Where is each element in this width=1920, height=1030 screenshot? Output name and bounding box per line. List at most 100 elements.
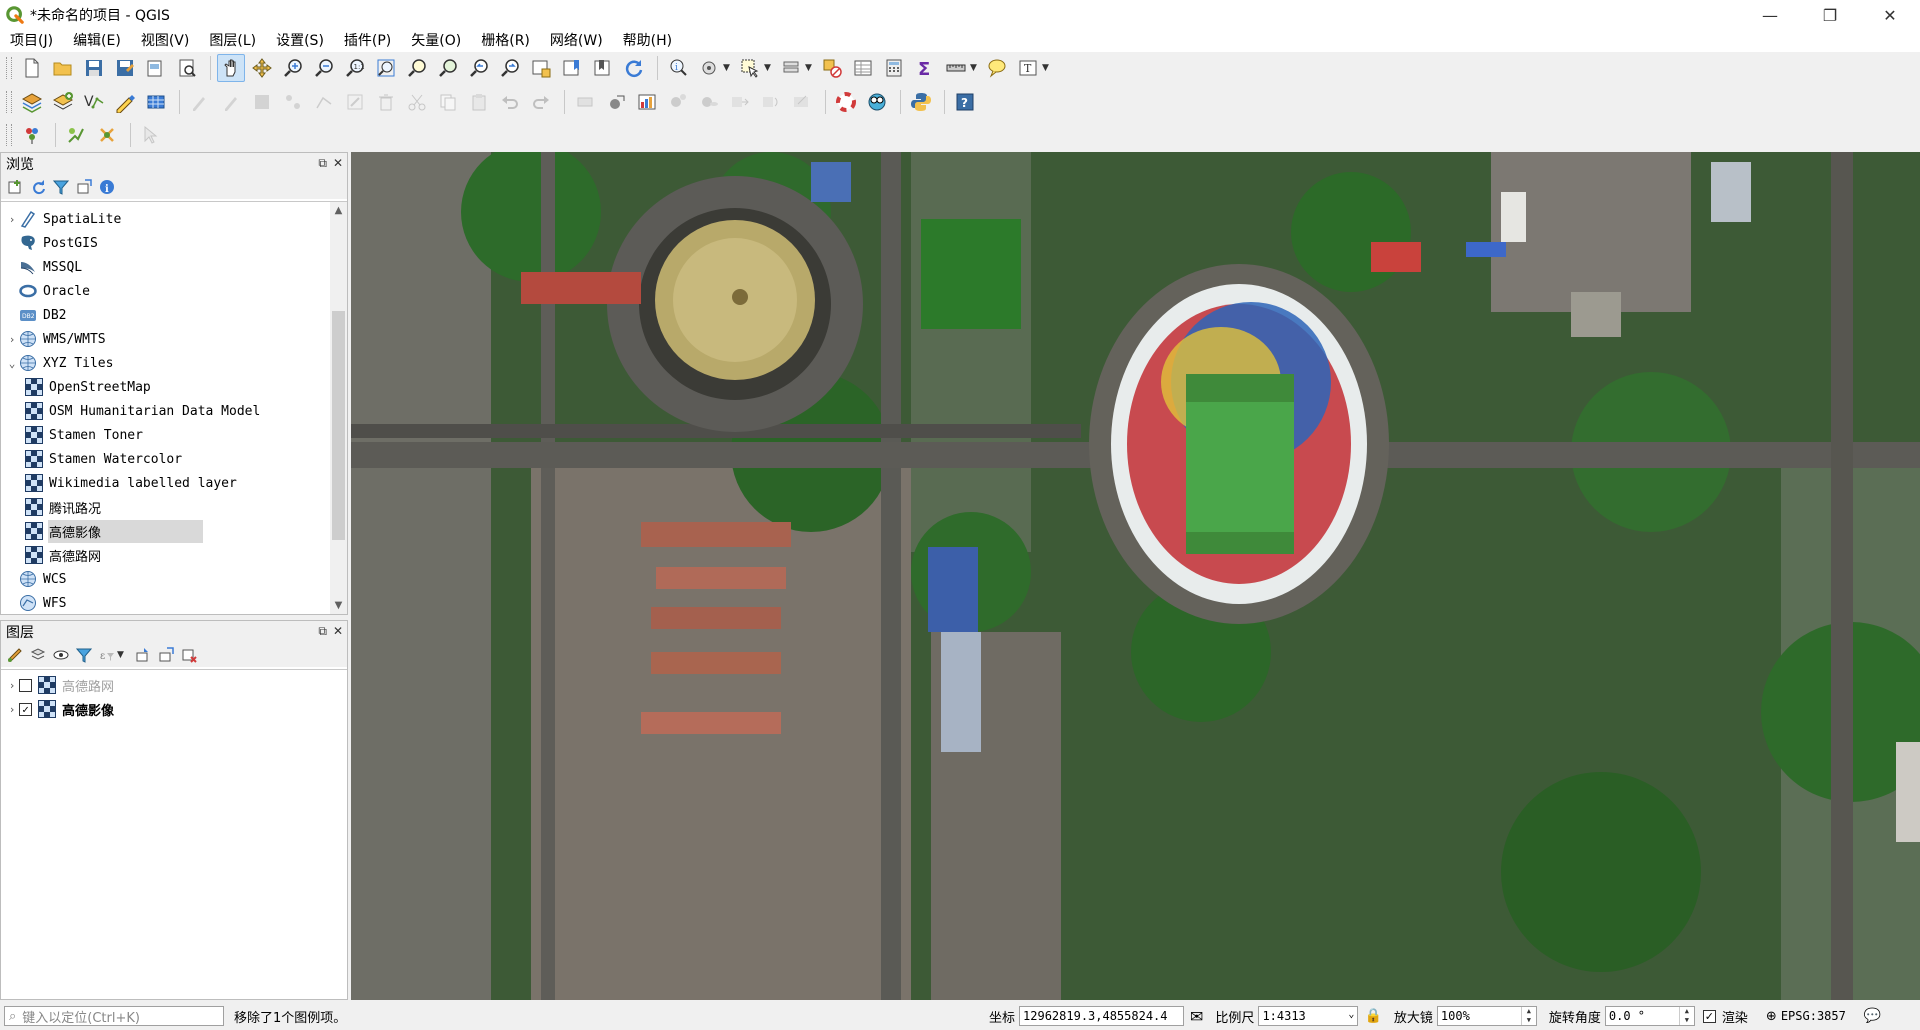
cut-features-button[interactable] bbox=[403, 88, 431, 116]
collapse-all-layers-button[interactable] bbox=[156, 645, 176, 665]
identify-features-button[interactable]: i bbox=[664, 54, 692, 82]
enable-properties-button[interactable]: i bbox=[97, 177, 117, 197]
label-tool-button[interactable] bbox=[571, 88, 599, 116]
toolbar-grip[interactable] bbox=[6, 91, 12, 113]
close-button[interactable]: ✕ bbox=[1860, 0, 1920, 30]
crs-value[interactable]: EPSG:3857 bbox=[1781, 1009, 1846, 1023]
browser-item-wcs[interactable]: WCS bbox=[1, 567, 347, 591]
browser-item-wikimedia[interactable]: Wikimedia labelled layer bbox=[1, 471, 347, 495]
print-layout-button[interactable] bbox=[142, 54, 170, 82]
rotation-spinbox[interactable]: 0.0 ° ▲ ▼ bbox=[1604, 1006, 1695, 1026]
measure-line-button[interactable] bbox=[942, 54, 970, 82]
annotation-dropdown-icon[interactable]: ▼ bbox=[1042, 63, 1052, 73]
menu-raster[interactable]: 栅格(R) bbox=[471, 30, 540, 52]
text-annotation-button[interactable]: T bbox=[1014, 54, 1042, 82]
scrollbar-thumb[interactable] bbox=[332, 311, 345, 540]
browser-item-db2[interactable]: DB2 DB2 bbox=[1, 303, 347, 327]
render-checkbox[interactable]: ✓ bbox=[1702, 1009, 1716, 1023]
browser-item-stamen-watercolor[interactable]: Stamen Watercolor bbox=[1, 447, 347, 471]
browser-item-postgis[interactable]: PostGIS bbox=[1, 231, 347, 255]
menu-settings[interactable]: 设置(S) bbox=[266, 30, 334, 52]
menu-layer[interactable]: 图层(L) bbox=[199, 30, 266, 52]
menu-vector[interactable]: 矢量(O) bbox=[401, 30, 471, 52]
float-panel-icon[interactable]: ⧉ bbox=[318, 624, 327, 639]
zoom-next-button[interactable] bbox=[496, 54, 524, 82]
menu-plugins[interactable]: 插件(P) bbox=[334, 30, 401, 52]
help-contents-button[interactable]: ? bbox=[951, 88, 979, 116]
open-layer-styling-button[interactable] bbox=[5, 645, 25, 665]
deselect-all-button[interactable] bbox=[818, 54, 846, 82]
change-label-button[interactable] bbox=[788, 88, 816, 116]
toggle-editing-button[interactable] bbox=[217, 88, 245, 116]
zoom-native-button[interactable]: 1:1 bbox=[341, 54, 369, 82]
filter-legend-button[interactable] bbox=[74, 645, 94, 665]
coordinate-capture-button[interactable] bbox=[137, 121, 165, 149]
browser-item-gaode-imagery[interactable]: 高德影像 bbox=[1, 519, 347, 543]
refresh-browser-button[interactable] bbox=[28, 177, 48, 197]
zoom-out-button[interactable] bbox=[310, 54, 338, 82]
expand-arrow-icon[interactable]: › bbox=[5, 213, 19, 226]
browser-item-tencent-traffic[interactable]: 腾讯路况 bbox=[1, 495, 347, 519]
browser-item-spatialite[interactable]: › SpatiaLite bbox=[1, 207, 347, 231]
current-edits-button[interactable] bbox=[186, 88, 214, 116]
diagram-options-button[interactable] bbox=[633, 88, 661, 116]
layout-manager-button[interactable] bbox=[173, 54, 201, 82]
refresh-button[interactable] bbox=[620, 54, 648, 82]
filter-browser-button[interactable] bbox=[51, 177, 71, 197]
layer-labeling-button[interactable] bbox=[602, 88, 630, 116]
layer-visibility-checkbox[interactable] bbox=[19, 678, 32, 692]
add-vector-layer-button[interactable]: V bbox=[80, 88, 108, 116]
pan-map-button[interactable] bbox=[217, 54, 245, 82]
layer-item-gaode-imagery[interactable]: › ✓ 高德影像 bbox=[1, 697, 347, 721]
expand-arrow-icon[interactable]: › bbox=[5, 703, 19, 716]
osm-plugin-button[interactable] bbox=[863, 88, 891, 116]
menu-edit[interactable]: 编辑(E) bbox=[63, 30, 131, 52]
menu-project[interactable]: 项目(J) bbox=[0, 30, 63, 52]
select-dropdown-icon[interactable]: ▼ bbox=[764, 63, 774, 73]
menu-web[interactable]: 网络(W) bbox=[540, 30, 613, 52]
filter-dropdown-icon[interactable]: ▼ bbox=[117, 650, 127, 660]
lock-scale-icon[interactable]: 🔒 bbox=[1364, 1008, 1381, 1024]
undo-button[interactable] bbox=[496, 88, 524, 116]
scroll-down-icon[interactable]: ▼ bbox=[330, 597, 347, 614]
zoom-full-button[interactable] bbox=[372, 54, 400, 82]
restore-button[interactable]: ❐ bbox=[1800, 0, 1860, 30]
spin-arrows-icon[interactable]: ▲ ▼ bbox=[1520, 1007, 1536, 1025]
browser-item-xyz-tiles[interactable]: ⌄ XYZ Tiles bbox=[1, 351, 347, 375]
statistical-summary-button[interactable]: Σ bbox=[911, 54, 939, 82]
close-panel-icon[interactable]: ✕ bbox=[333, 156, 343, 171]
select-by-value-button[interactable] bbox=[777, 54, 805, 82]
remove-layer-button[interactable] bbox=[179, 645, 199, 665]
copy-features-button[interactable] bbox=[434, 88, 462, 116]
data-source-manager-button[interactable] bbox=[18, 88, 46, 116]
show-hide-labels-button[interactable] bbox=[695, 88, 723, 116]
toolbar-grip[interactable] bbox=[6, 57, 12, 79]
browser-item-osm-humanitarian[interactable]: OSM Humanitarian Data Model bbox=[1, 399, 347, 423]
pan-to-selection-button[interactable] bbox=[248, 54, 276, 82]
spin-arrows-icon[interactable]: ▲ ▼ bbox=[1678, 1007, 1694, 1025]
collapse-arrow-icon[interactable]: ⌄ bbox=[5, 357, 19, 370]
manage-visibility-button[interactable] bbox=[51, 645, 71, 665]
new-bookmark-button[interactable] bbox=[558, 54, 586, 82]
collapse-all-button[interactable] bbox=[74, 177, 94, 197]
toggle-extents-icon[interactable]: ✉ bbox=[1190, 1007, 1203, 1026]
message-log-icon[interactable]: 💬 bbox=[1864, 1008, 1881, 1024]
delete-selected-button[interactable] bbox=[372, 88, 400, 116]
browser-item-gaode-roads[interactable]: 高德路网 bbox=[1, 543, 347, 567]
map-tips-button[interactable] bbox=[983, 54, 1011, 82]
coordinate-field[interactable]: 12962819.3,4855824.4 bbox=[1019, 1006, 1185, 1026]
paste-features-button[interactable] bbox=[465, 88, 493, 116]
menu-view[interactable]: 视图(V) bbox=[131, 30, 200, 52]
browser-scrollbar[interactable]: ▲ ▼ bbox=[330, 202, 347, 614]
filter-by-expression-button[interactable]: ε bbox=[97, 645, 117, 665]
feature-action-dropdown-icon[interactable]: ▼ bbox=[723, 63, 733, 73]
browser-item-stamen-toner[interactable]: Stamen Toner bbox=[1, 423, 347, 447]
select-value-dropdown-icon[interactable]: ▼ bbox=[805, 63, 815, 73]
new-temporary-layer-button[interactable] bbox=[142, 88, 170, 116]
expand-all-button[interactable] bbox=[133, 645, 153, 665]
layer-visibility-checkbox[interactable]: ✓ bbox=[19, 702, 32, 716]
python-console-button[interactable] bbox=[907, 88, 935, 116]
run-feature-action-button[interactable] bbox=[695, 54, 723, 82]
scroll-up-icon[interactable]: ▲ bbox=[330, 202, 347, 219]
measure-dropdown-icon[interactable]: ▼ bbox=[970, 63, 980, 73]
